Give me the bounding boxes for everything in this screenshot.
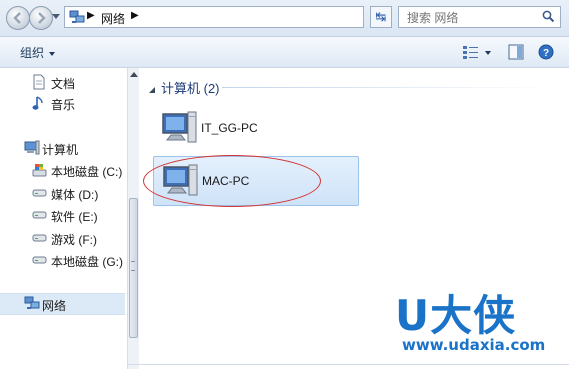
computer-item[interactable]: IT_GG-PC (153, 104, 359, 154)
network-icon (69, 10, 85, 23)
drive-icon (32, 256, 47, 264)
nav-item-label: 计算机 (42, 143, 79, 157)
nav-item-computer[interactable]: 计算机 (0, 138, 125, 158)
organize-label: 组织 (20, 46, 45, 60)
nav-item-label: 网络 (42, 299, 67, 313)
nav-item-network[interactable]: 网络 (0, 293, 125, 315)
system-drive-icon (32, 164, 47, 177)
recent-pages-dropdown[interactable] (52, 14, 60, 19)
computer-name: IT_GG-PC (201, 121, 258, 135)
nav-item-documents[interactable]: 文档 (0, 72, 125, 92)
group-header-computers[interactable]: 计算机 (2) (148, 78, 220, 97)
refresh-icon: ↹ (375, 9, 387, 24)
status-divider (127, 364, 569, 365)
collapse-triangle-icon[interactable] (148, 86, 156, 94)
nav-item-label: 本地磁盘 (G:) (51, 255, 123, 269)
back-button[interactable] (6, 6, 30, 30)
forward-arrow-icon (38, 12, 46, 24)
nav-item-label: 文档 (51, 77, 76, 91)
nav-item-drive-f[interactable]: 游戏 (F:) (0, 228, 125, 248)
preview-pane-icon[interactable] (508, 44, 524, 60)
drive-icon (32, 211, 47, 219)
organize-menu-button[interactable]: 组织 (20, 44, 56, 61)
drive-icon (32, 189, 47, 197)
search-input[interactable] (405, 9, 539, 27)
document-icon (33, 74, 45, 90)
nav-item-drive-c[interactable]: 本地磁盘 (C:) (0, 160, 125, 180)
computer-icon (162, 111, 197, 143)
search-box[interactable] (398, 6, 561, 28)
watermark-logo: U大侠 (395, 291, 517, 340)
network-icon (24, 296, 40, 309)
watermark-url: www.udaxia.com (402, 336, 546, 354)
breadcrumb-network[interactable]: 网络 (101, 10, 125, 27)
nav-item-music[interactable]: 音乐 (0, 93, 125, 113)
breadcrumb-separator[interactable]: ▶ (131, 10, 139, 21)
change-view-icon[interactable] (462, 44, 480, 60)
drive-icon (32, 234, 47, 242)
nav-item-drive-e[interactable]: 软件 (E:) (0, 205, 125, 225)
music-icon (32, 96, 43, 110)
address-bar-row: ▶ 网络 ▶ ↹ (0, 0, 569, 37)
highlight-annotation-oval (143, 155, 321, 207)
back-arrow-icon (13, 12, 21, 24)
refresh-button[interactable]: ↹ (370, 6, 392, 28)
nav-item-label: 媒体 (D:) (51, 188, 99, 202)
chevron-down-icon (49, 51, 56, 56)
group-divider (222, 87, 552, 88)
command-toolbar: 组织 ? (0, 37, 569, 68)
nav-item-label: 音乐 (51, 98, 76, 112)
forward-button[interactable] (29, 6, 53, 30)
search-icon[interactable] (542, 10, 555, 23)
nav-item-drive-g[interactable]: 本地磁盘 (G:) (0, 250, 125, 270)
scroll-up-arrow-icon[interactable] (130, 72, 138, 77)
svg-text:?: ? (543, 48, 549, 59)
computer-icon (24, 140, 40, 155)
navigation-scrollbar[interactable] (127, 68, 139, 369)
navigation-pane: 文档 音乐 计算机 本地磁盘 (C:) 媒体 (D:) 软件 (E:) 游戏 (… (0, 68, 127, 369)
nav-item-drive-d[interactable]: 媒体 (D:) (0, 183, 125, 203)
help-icon[interactable]: ? (538, 44, 554, 60)
address-field[interactable]: ▶ 网络 ▶ (64, 6, 422, 28)
group-title: 计算机 (2) (161, 81, 220, 96)
scrollbar-grip (131, 261, 135, 271)
view-options-dropdown[interactable] (485, 51, 491, 55)
nav-item-label: 本地磁盘 (C:) (51, 165, 123, 179)
nav-item-label: 软件 (E:) (51, 210, 98, 224)
breadcrumb-separator[interactable]: ▶ (87, 10, 95, 21)
nav-item-label: 游戏 (F:) (51, 233, 97, 247)
